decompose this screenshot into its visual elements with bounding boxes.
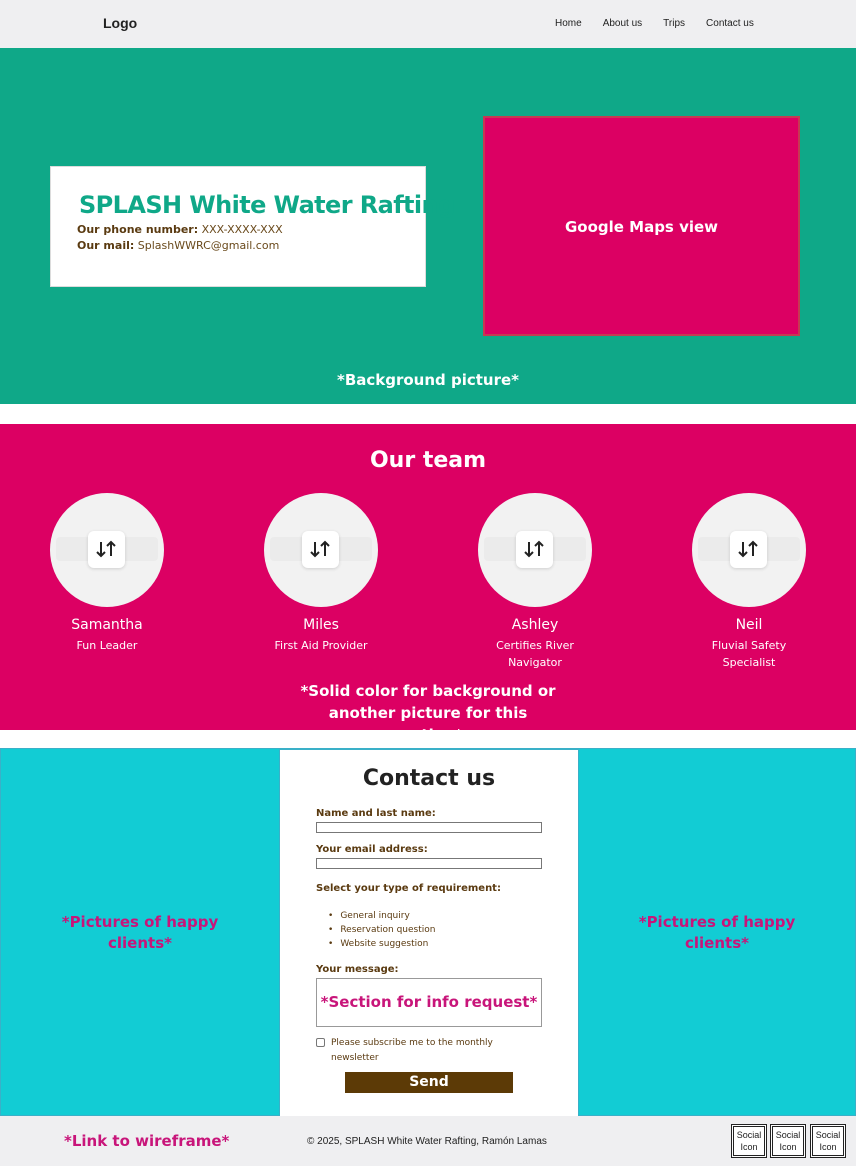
member-avatar	[692, 493, 806, 607]
member-role: Fun Leader	[76, 639, 138, 652]
social-icon-label: Social Icon	[736, 1130, 762, 1152]
contact-form: Contact us Name and last name: Your emai…	[279, 749, 579, 1117]
email-input[interactable]	[316, 858, 542, 869]
google-map-placeholder[interactable]: Google Maps view	[483, 116, 800, 336]
member-name: Ashley	[511, 617, 559, 633]
social-icon[interactable]: Social Icon	[770, 1124, 806, 1158]
right-clients-note: *Pictures of happy clients*	[638, 913, 796, 952]
social-icon-label: Social Icon	[775, 1130, 801, 1152]
team-member-card: Samantha Fun Leader	[27, 493, 187, 654]
swap-arrows-icon	[310, 540, 330, 558]
contact-title: Contact us	[362, 766, 496, 791]
team-member-card: Miles First Aid Provider	[241, 493, 401, 654]
member-avatar	[264, 493, 378, 607]
nav-link-home[interactable]: Home	[555, 18, 582, 29]
social-icon-label: Social Icon	[815, 1130, 841, 1152]
requirement-option[interactable]: General inquiry	[328, 909, 435, 923]
left-clients-note: *Pictures of happy clients*	[61, 913, 219, 952]
wireframe-link[interactable]: *Link to wireframe*	[64, 1132, 229, 1150]
company-title: SPLASH White Water Rafting	[79, 191, 455, 219]
member-avatar	[478, 493, 592, 607]
nav-links: Home About us Trips Contact us	[555, 18, 775, 29]
social-icon[interactable]: Social Icon	[731, 1124, 767, 1158]
swap-arrows-icon	[96, 540, 116, 558]
mail-label: Our mail:	[77, 239, 135, 252]
team-background-note: *Solid color for background or another p…	[300, 682, 556, 744]
requirement-label: Select your type of requirement:	[316, 883, 501, 894]
requirement-option[interactable]: Reservation question	[328, 923, 435, 937]
mail-line: Our mail: SplashWWRC@gmail.com	[77, 239, 279, 252]
name-label: Name and last name:	[316, 808, 436, 819]
hero-section: SPLASH White Water Rafting Our phone num…	[0, 48, 856, 404]
contact-section: *Pictures of happy clients* *Pictures of…	[0, 748, 856, 1117]
copyright-text: © 2025, SPLASH White Water Rafting, Ramó…	[307, 1136, 547, 1147]
subscribe-label: Please subscribe me to the monthly newsl…	[331, 1038, 493, 1063]
page-footer: *Link to wireframe* © 2025, SPLASH White…	[0, 1116, 856, 1166]
email-label: Your email address:	[316, 844, 428, 855]
phone-value: XXX-XXXX-XXX	[201, 223, 283, 236]
subscribe-checkbox[interactable]	[316, 1038, 325, 1047]
name-input[interactable]	[316, 822, 542, 833]
send-button[interactable]: Send	[345, 1072, 513, 1093]
nav-link-contact[interactable]: Contact us	[706, 18, 754, 29]
message-placeholder: *Section for info request*	[320, 993, 538, 1011]
swap-arrows-icon	[524, 540, 544, 558]
nav-link-trips[interactable]: Trips	[663, 18, 685, 29]
requirement-options: General inquiry Reservation question Web…	[328, 909, 435, 951]
requirement-option[interactable]: Website suggestion	[328, 937, 435, 951]
team-section: Our team Samantha Fun Leader Miles First…	[0, 424, 856, 744]
member-role: First Aid Provider	[274, 639, 368, 652]
member-avatar	[50, 493, 164, 607]
mail-value[interactable]: SplashWWRC@gmail.com	[138, 239, 280, 252]
member-name: Samantha	[71, 617, 143, 633]
site-logo[interactable]: Logo	[103, 15, 137, 31]
hero-background-note: *Background picture*	[336, 371, 520, 389]
map-label: Google Maps view	[564, 218, 719, 236]
phone-line: Our phone number: XXX-XXXX-XXX	[77, 223, 283, 236]
team-title: Our team	[369, 448, 487, 473]
nav-link-about[interactable]: About us	[603, 18, 642, 29]
member-role: Certifies River Navigator	[496, 639, 574, 669]
company-info-card: SPLASH White Water Rafting Our phone num…	[50, 166, 455, 287]
team-member-card: Ashley Certifies River Navigator	[455, 493, 615, 671]
member-name: Neil	[735, 617, 763, 633]
member-name: Miles	[303, 617, 339, 633]
member-role: Fluvial Safety Specialist	[711, 639, 787, 669]
team-member-card: Neil Fluvial Safety Specialist	[669, 493, 829, 671]
message-label: Your message:	[316, 964, 399, 975]
phone-label: Our phone number:	[77, 223, 199, 236]
social-icon[interactable]: Social Icon	[810, 1124, 846, 1158]
message-textarea[interactable]: *Section for info request*	[316, 978, 542, 1027]
top-navbar: Logo Home About us Trips Contact us	[0, 0, 856, 48]
swap-arrows-icon	[738, 540, 758, 558]
